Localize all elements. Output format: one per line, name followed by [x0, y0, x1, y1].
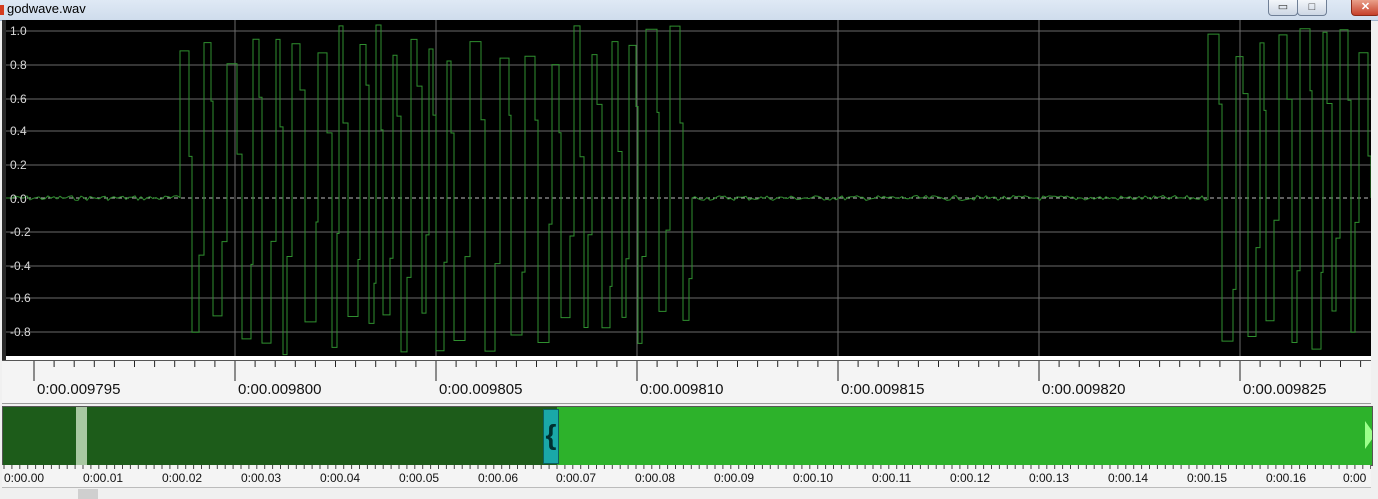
horizontal-scrollbar-thumb[interactable] — [78, 489, 98, 499]
amplitude-label: -0.2 — [10, 225, 31, 239]
overview-time-label: 0:00.10 — [793, 471, 834, 485]
time-ruler-ticks — [33, 361, 1362, 381]
maximize-icon: □ — [1308, 1, 1316, 13]
overview-view-indicator[interactable] — [76, 407, 87, 465]
overview-time-label: 0:00.05 — [399, 471, 440, 485]
overview-time-label: 0:00.04 — [320, 471, 361, 485]
overview-time-label: 0:00.11 — [872, 471, 912, 485]
amplitude-label: 0.6 — [10, 92, 27, 106]
amplitude-label: -0.8 — [10, 325, 31, 339]
time-label: 0:00.009825 — [1243, 381, 1327, 398]
overview-time-label: 0:00.03 — [241, 471, 282, 485]
overview-selection[interactable] — [557, 407, 1372, 465]
amplitude-ruler — [2, 20, 6, 360]
minimize-icon: ▭ — [1277, 1, 1289, 13]
close-button[interactable]: ✕ — [1351, 0, 1378, 16]
app-icon — [0, 5, 4, 15]
overview-time-label: 0:00.06 — [478, 471, 519, 485]
overview-time-label: 0:00.14 — [1108, 471, 1149, 485]
time-label: 0:00.009815 — [841, 381, 925, 398]
time-label: 0:00.009805 — [439, 381, 523, 398]
time-label: 0:00.009820 — [1042, 381, 1126, 398]
overview-time-label: 0:00.08 — [635, 471, 676, 485]
selection-start-marker[interactable]: { — [543, 409, 559, 464]
overview-time-label: 0:00.07 — [556, 471, 597, 485]
overview-time-label: 0:00.12 — [950, 471, 991, 485]
amplitude-label: 0.2 — [10, 158, 27, 172]
amplitude-label: 0.4 — [10, 124, 27, 138]
amplitude-label: -0.4 — [10, 259, 31, 273]
title-bar: godwave.wav ▭ □ ✕ — [0, 0, 1378, 21]
time-label: 0:00.009800 — [238, 381, 322, 398]
selection-end-marker-icon[interactable] — [1365, 421, 1372, 449]
amplitude-label: 0.8 — [10, 58, 27, 72]
overview-time-label: 0:00.13 — [1029, 471, 1070, 485]
overview-time-label: 0:00.02 — [162, 471, 203, 485]
waveform-pane[interactable]: 1.0 0.8 0.6 0.4 0.2 0.0 -0.2 -0.4 -0.6 -… — [2, 20, 1371, 360]
amplitude-label: -0.6 — [10, 291, 31, 305]
overview-time-label: 0:00.15 — [1187, 471, 1228, 485]
minimize-button[interactable]: ▭ — [1268, 0, 1298, 16]
waveform-trace — [5, 24, 1371, 356]
overview-ruler[interactable]: 0:00.00 0:00.01 0:00.02 0:00.03 0:00.04 … — [2, 465, 1371, 488]
time-label: 0:00.009810 — [640, 381, 724, 398]
close-icon: ✕ — [1360, 1, 1371, 13]
amplitude-label: 1.0 — [10, 24, 27, 38]
window-title: godwave.wav — [7, 1, 86, 16]
time-ruler[interactable]: 0:00.009795 0:00.009800 0:00.009805 0:00… — [2, 360, 1371, 404]
overview-time-label: 0:00.00 — [4, 471, 45, 485]
overview-ruler-ticks — [3, 465, 1371, 469]
amplitude-label: 0.0 — [10, 192, 27, 206]
overview-time-label: 0:00.01 — [83, 471, 124, 485]
overview-time-label: 0:00.09 — [714, 471, 755, 485]
time-label: 0:00.009795 — [37, 381, 121, 398]
maximize-button[interactable]: □ — [1297, 0, 1327, 16]
waveform-svg — [2, 20, 1371, 360]
overview-time-label: 0:00 — [1343, 471, 1367, 485]
overview-pane[interactable]: { — [2, 406, 1373, 466]
overview-time-label: 0:00.16 — [1266, 471, 1307, 485]
